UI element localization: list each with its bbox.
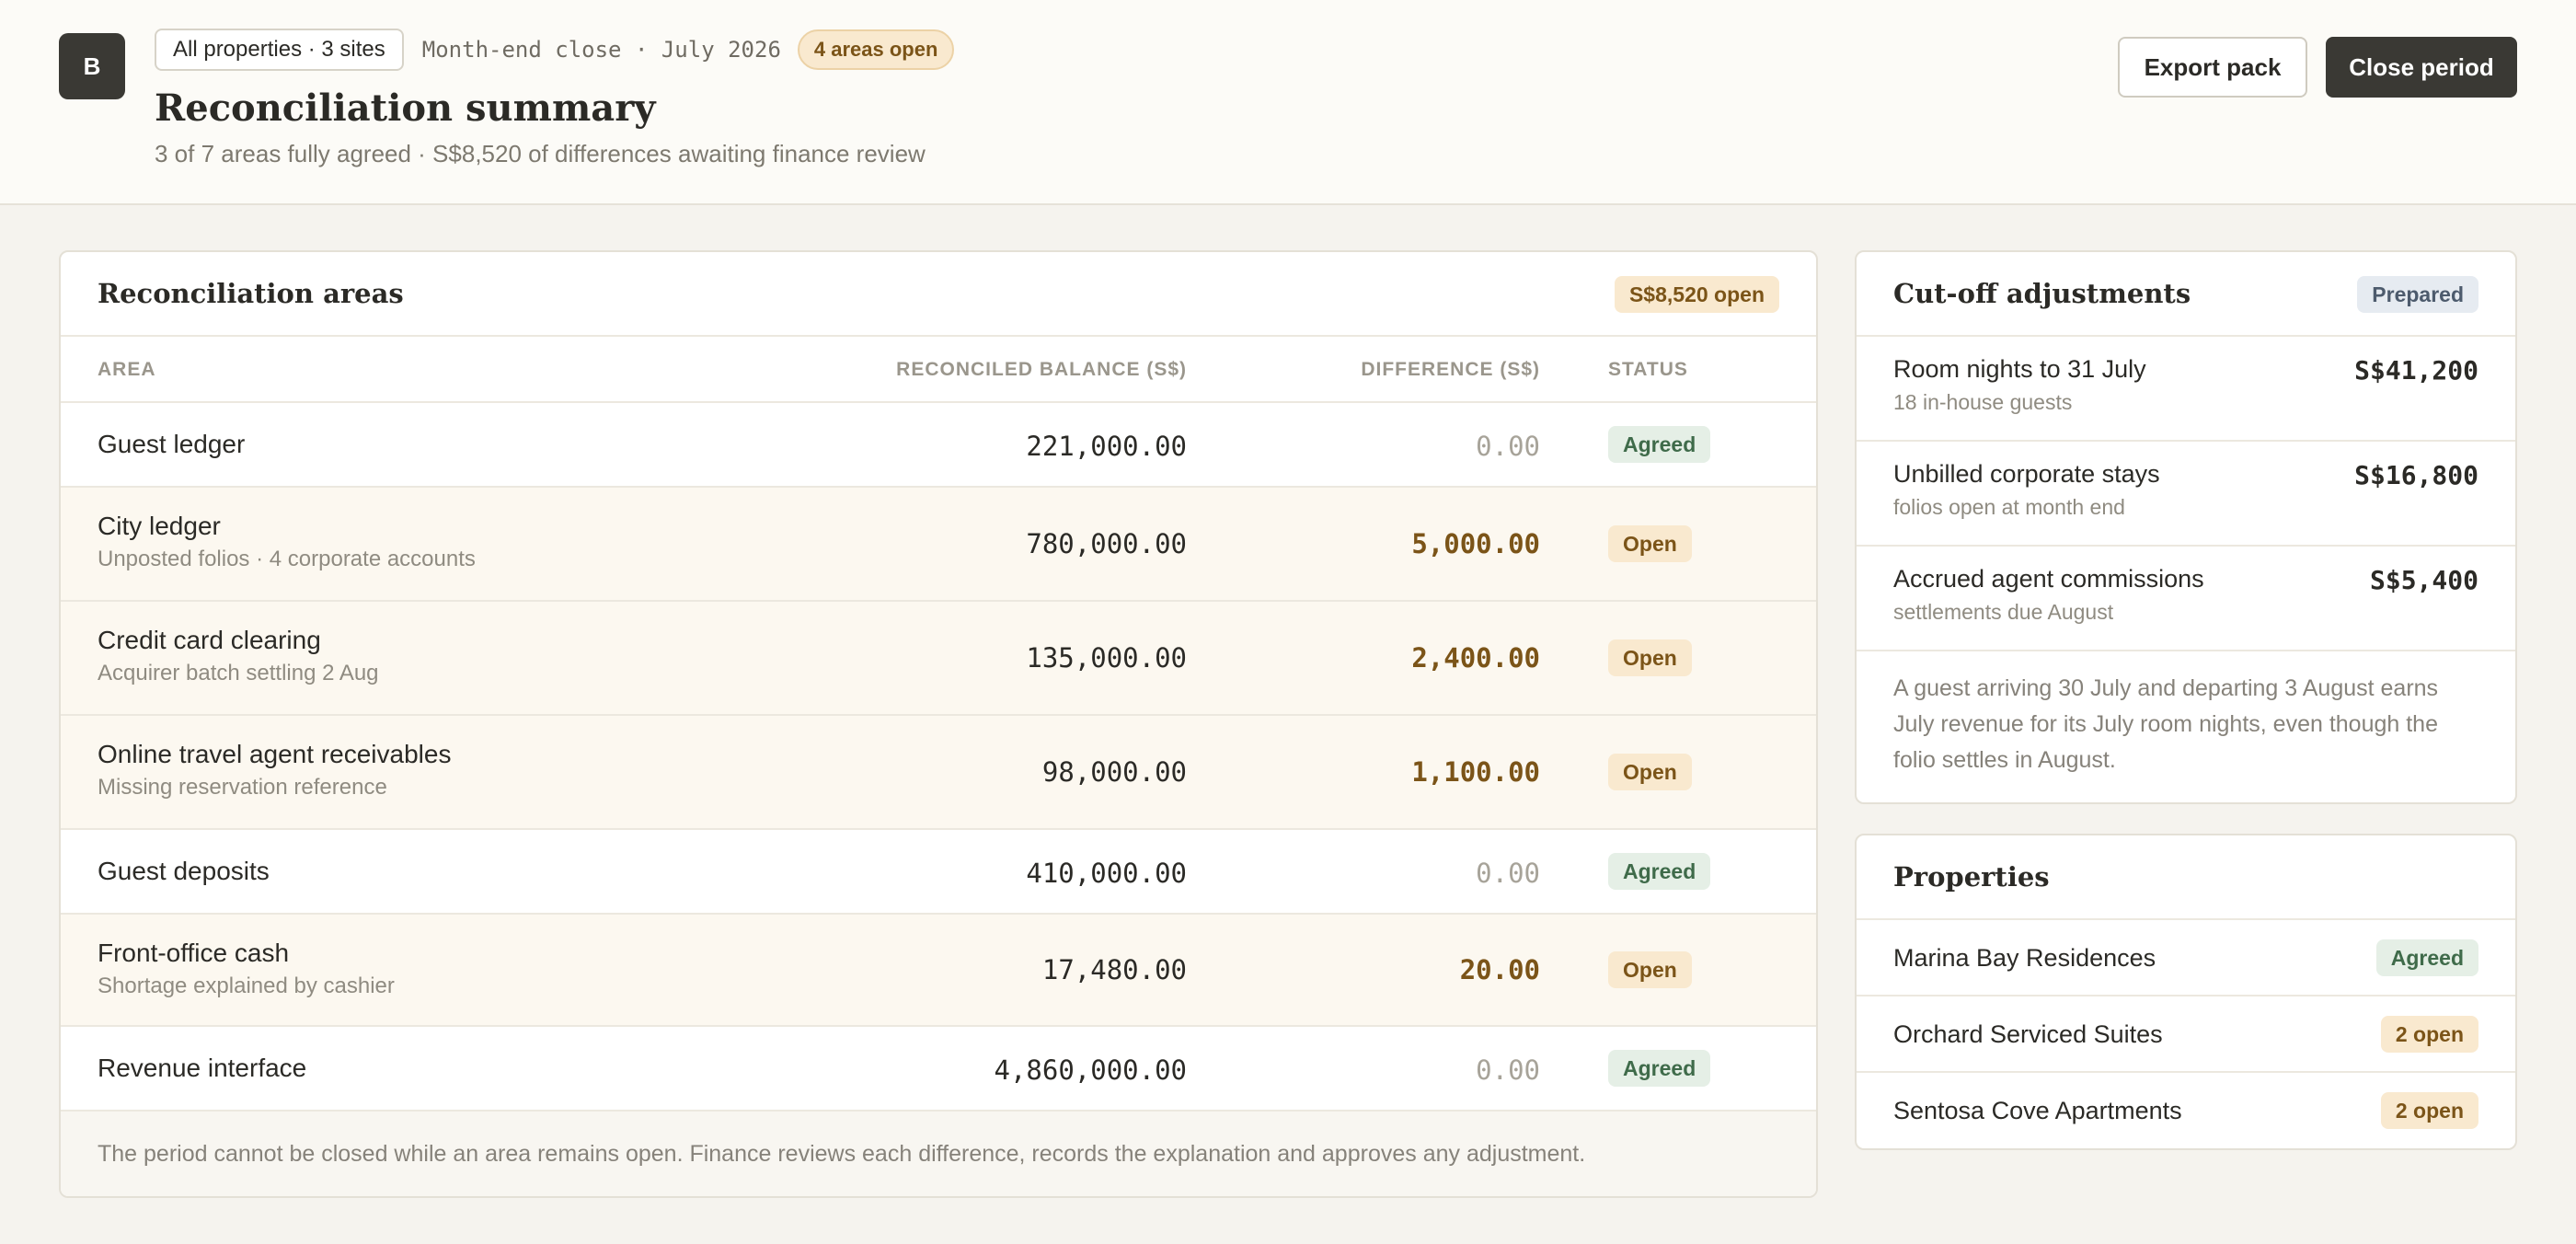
area-balance: 98,000.00	[1041, 756, 1187, 788]
area-difference: 0.00	[1476, 858, 1540, 889]
area-name: Online travel agent receivables	[98, 740, 452, 768]
area-name: Credit card clearing	[98, 626, 321, 654]
list-item[interactable]: Accrued agent commissions settlements du…	[1857, 547, 2515, 651]
area-note: Acquirer batch settling 2 Aug	[98, 661, 379, 685]
properties-card-header: Properties	[1857, 835, 2515, 920]
status-badge: Open	[1608, 525, 1692, 562]
header-meta: All properties · 3 sites Month-end close…	[155, 29, 955, 71]
adjustment-amount: S$16,800	[2354, 460, 2478, 490]
status-badge: 2 open	[2380, 1016, 2478, 1053]
cutoff-card-title: Cut-off adjustments	[1893, 278, 2191, 309]
area-difference: 5,000.00	[1411, 528, 1540, 559]
area-difference: 0.00	[1476, 431, 1540, 462]
table-row[interactable]: Online travel agent receivables Missing …	[61, 716, 1816, 830]
areas-card-title: Reconciliation areas	[98, 278, 404, 309]
table-row[interactable]: Guest ledger 221,000.00 0.00 Agreed	[61, 403, 1816, 488]
properties-card-title: Properties	[1893, 861, 2050, 893]
property-row-orchard[interactable]: Orchard Serviced Suites 2 open	[1857, 996, 2515, 1073]
table-row[interactable]: City ledger Unposted folios · 4 corporat…	[61, 488, 1816, 602]
area-balance: 221,000.00	[1026, 431, 1187, 462]
status-badge: Agreed	[2375, 939, 2478, 976]
areas-footer-note: The period cannot be closed while an are…	[61, 1110, 1816, 1196]
cutoff-explanation: A guest arriving 30 July and departing 3…	[1893, 675, 2439, 773]
property-row-sentosa[interactable]: Sentosa Cove Apartments 2 open	[1857, 1073, 2515, 1148]
property-selector[interactable]: All properties · 3 sites	[155, 29, 404, 71]
cutoff-card-header: Cut-off adjustments Prepared	[1857, 252, 2515, 337]
status-badge: Agreed	[1608, 853, 1711, 890]
status-badge: Open	[1608, 639, 1692, 676]
property-name: Sentosa Cove Apartments	[1893, 1097, 2182, 1124]
col-header-status: STATUS	[1608, 359, 1688, 380]
brand-logo: B	[59, 33, 125, 99]
areas-card-header: Reconciliation areas S$8,520 open	[61, 252, 1816, 337]
area-balance: 410,000.00	[1026, 858, 1187, 889]
status-badge: Agreed	[1608, 1050, 1711, 1087]
areas-table-header: AREA RECONCILED BALANCE (S$) DIFFERENCE …	[61, 337, 1816, 403]
status-badge: Open	[1608, 951, 1692, 988]
table-row[interactable]: Revenue interface 4,860,000.00 0.00 Agre…	[61, 1027, 1816, 1112]
reconciliation-areas-card: Reconciliation areas S$8,520 open AREA R…	[59, 250, 1818, 1198]
area-name: City ledger	[98, 512, 221, 540]
area-note: Shortage explained by cashier	[98, 973, 395, 998]
area-name: Front-office cash	[98, 939, 290, 967]
col-header-balance: RECONCILED BALANCE (S$)	[896, 359, 1187, 380]
property-name: Orchard Serviced Suites	[1893, 1020, 2163, 1048]
area-difference: 1,100.00	[1411, 756, 1540, 788]
area-balance: 780,000.00	[1026, 528, 1187, 559]
area-note: Unposted folios · 4 corporate accounts	[98, 547, 476, 571]
areas-open-badge: S$8,520 open	[1614, 276, 1779, 313]
list-item[interactable]: Unbilled corporate stays folios open at …	[1857, 442, 2515, 547]
table-row[interactable]: Credit card clearing Acquirer batch sett…	[61, 602, 1816, 716]
area-balance: 17,480.00	[1041, 954, 1187, 985]
footer-note-text: The period cannot be closed while an are…	[98, 1141, 1586, 1167]
page-subtitle: 3 of 7 areas fully agreed · S$8,520 of d…	[155, 140, 926, 167]
area-note: Missing reservation reference	[98, 775, 387, 800]
area-difference: 2,400.00	[1411, 642, 1540, 674]
adjustment-amount: S$41,200	[2354, 355, 2478, 386]
prepared-badge: Prepared	[2357, 276, 2478, 313]
adjustment-note: folios open at month end	[1893, 495, 2125, 519]
col-header-area: AREA	[98, 359, 156, 380]
properties-card: Properties Marina Bay Residences Agreed …	[1855, 834, 2517, 1150]
col-header-difference: DIFFERENCE (S$)	[1361, 359, 1540, 380]
area-name: Revenue interface	[98, 1054, 307, 1082]
status-badge: Agreed	[1608, 426, 1711, 463]
area-balance: 135,000.00	[1026, 642, 1187, 674]
area-balance: 4,860,000.00	[994, 1054, 1187, 1086]
status-badge: 2 open	[2380, 1092, 2478, 1129]
status-badge: Open	[1608, 754, 1692, 790]
area-difference: 20.00	[1459, 954, 1540, 985]
property-row-marina-bay[interactable]: Marina Bay Residences Agreed	[1857, 920, 2515, 996]
area-name: Guest deposits	[98, 857, 270, 885]
close-period-button[interactable]: Close period	[2326, 37, 2517, 98]
page-title: Reconciliation summary	[155, 86, 656, 130]
export-pack-button[interactable]: Export pack	[2118, 37, 2307, 98]
table-row[interactable]: Front-office cash Shortage explained by …	[61, 915, 1816, 1027]
adjustment-name: Room nights to 31 July	[1893, 355, 2146, 383]
adjustment-note: settlements due August	[1893, 600, 2114, 624]
cutoff-adjustments-card: Cut-off adjustments Prepared Room nights…	[1855, 250, 2517, 804]
area-name: Guest ledger	[98, 430, 246, 458]
adjustment-name: Unbilled corporate stays	[1893, 460, 2160, 488]
open-areas-badge: 4 areas open	[797, 29, 955, 70]
period-label: Month-end close · July 2026	[421, 37, 781, 63]
table-row[interactable]: Guest deposits 410,000.00 0.00 Agreed	[61, 830, 1816, 915]
area-difference: 0.00	[1476, 1054, 1540, 1086]
adjustment-name: Accrued agent commissions	[1893, 565, 2204, 593]
page-header: B All properties · 3 sites Month-end clo…	[0, 0, 2576, 205]
adjustment-amount: S$5,400	[2369, 565, 2478, 595]
property-name: Marina Bay Residences	[1893, 944, 2156, 972]
adjustment-note: 18 in-house guests	[1893, 390, 2073, 414]
list-item[interactable]: Room nights to 31 July 18 in-house guest…	[1857, 337, 2515, 442]
